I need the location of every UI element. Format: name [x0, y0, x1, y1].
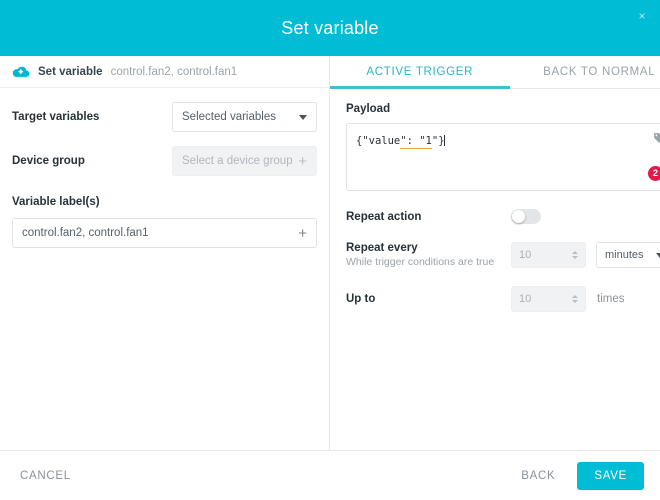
- repeat-action-label-wrap: Repeat action: [346, 211, 511, 223]
- up-to-suffix: times: [597, 293, 625, 305]
- right-panel-content: Payload {"value": "1"} 2 Repeat action R…: [330, 103, 660, 312]
- payload-text-prefix: {"value: [356, 135, 401, 147]
- breadcrumb-title: Set variable: [38, 65, 103, 78]
- repeat-every-label: Repeat every: [346, 242, 418, 254]
- repeat-every-unit-select[interactable]: minutes: [596, 242, 660, 268]
- stepper-up-icon[interactable]: [572, 295, 578, 298]
- up-to-label: Up to: [346, 293, 376, 305]
- breadcrumb: Set variable control.fan2, control.fan1: [0, 56, 329, 88]
- stepper-down-icon[interactable]: [572, 300, 578, 303]
- trigger-tabs: ACTIVE TRIGGER BACK TO NORMAL: [330, 56, 660, 89]
- target-variables-select[interactable]: Selected variables: [172, 102, 317, 132]
- repeat-every-stepper[interactable]: 10: [511, 242, 586, 268]
- tab-active-trigger[interactable]: ACTIVE TRIGGER: [330, 56, 510, 89]
- stepper-up-icon[interactable]: [572, 251, 578, 254]
- chevron-down-icon: [656, 252, 660, 258]
- toggle-knob: [512, 210, 525, 223]
- set-variable-dialog: Set variable × Set variable control.fan2…: [0, 0, 660, 500]
- repeat-action-label: Repeat action: [346, 210, 422, 223]
- chevron-down-icon: [299, 114, 307, 120]
- variable-labels-value: control.fan2, control.fan1: [22, 227, 149, 239]
- stepper-down-icon[interactable]: [572, 256, 578, 259]
- target-variables-row: Target variables Selected variables: [0, 102, 329, 132]
- up-to-value: 10: [519, 293, 532, 305]
- repeat-every-unit-value: minutes: [605, 249, 644, 261]
- target-variables-label: Target variables: [12, 111, 100, 123]
- device-group-input[interactable]: Select a device group +: [172, 146, 317, 176]
- payload-error-badge: 2: [648, 166, 660, 181]
- save-button[interactable]: SAVE: [577, 461, 644, 490]
- up-to-stepper[interactable]: 10: [511, 286, 586, 312]
- breadcrumb-subtitle: control.fan2, control.fan1: [110, 65, 238, 78]
- payload-text-error-span: ": "1: [400, 135, 432, 149]
- dialog-footer: CANCEL BACK SAVE: [0, 450, 660, 500]
- stepper-arrows-icon[interactable]: [572, 251, 578, 259]
- dialog-title: Set variable: [281, 17, 379, 38]
- repeat-every-sublabel: While trigger conditions are true: [346, 256, 495, 268]
- dialog-header: Set variable ×: [0, 0, 660, 56]
- plus-icon[interactable]: +: [298, 226, 307, 241]
- text-cursor: [443, 135, 445, 146]
- repeat-action-toggle[interactable]: [511, 209, 541, 224]
- repeat-every-row: Repeat every While trigger conditions ar…: [346, 242, 660, 268]
- up-to-row: Up to 10 times: [346, 286, 660, 312]
- plus-icon[interactable]: +: [298, 154, 307, 169]
- payload-label: Payload: [346, 103, 391, 115]
- stepper-arrows-icon[interactable]: [572, 295, 578, 303]
- tag-icon[interactable]: [653, 131, 660, 143]
- repeat-action-row: Repeat action: [346, 209, 660, 224]
- device-group-row: Device group Select a device group +: [0, 146, 329, 176]
- right-panel: ACTIVE TRIGGER BACK TO NORMAL Payload {"…: [330, 56, 660, 450]
- left-panel: Set variable control.fan2, control.fan1 …: [0, 56, 330, 450]
- variable-labels-input[interactable]: control.fan2, control.fan1 +: [12, 218, 317, 248]
- payload-editor[interactable]: {"value": "1"} 2: [346, 123, 660, 191]
- back-button[interactable]: BACK: [517, 464, 559, 488]
- cloud-icon: [12, 65, 30, 79]
- dialog-body: Set variable control.fan2, control.fan1 …: [0, 56, 660, 450]
- close-icon[interactable]: ×: [632, 6, 652, 26]
- payload-text: {"value": "1"}: [356, 135, 445, 149]
- cancel-button[interactable]: CANCEL: [16, 464, 75, 488]
- device-group-label: Device group: [12, 155, 85, 167]
- up-to-label-wrap: Up to: [346, 293, 511, 305]
- device-group-placeholder: Select a device group: [182, 155, 293, 167]
- repeat-every-value: 10: [519, 249, 532, 261]
- repeat-every-label-wrap: Repeat every While trigger conditions ar…: [346, 242, 511, 268]
- tab-back-to-normal[interactable]: BACK TO NORMAL: [510, 56, 660, 88]
- variable-labels-label: Variable label(s): [12, 196, 100, 208]
- target-variables-value: Selected variables: [182, 111, 276, 123]
